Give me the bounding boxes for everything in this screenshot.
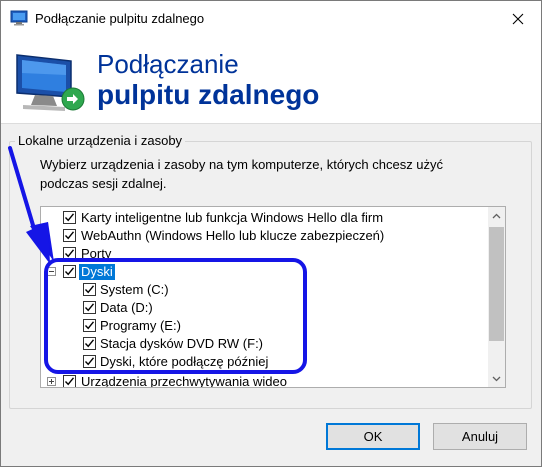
collapse-toggle[interactable] [47, 267, 56, 276]
scroll-thumb[interactable] [489, 227, 504, 341]
ok-button[interactable]: OK [326, 423, 420, 450]
title-bar[interactable]: Podłączanie pulpitu zdalnego [1, 1, 541, 37]
banner-title-line1: Podłączanie [97, 49, 239, 79]
tree-item-label: System (C:) [100, 282, 169, 297]
tree-item-label: Dyski, które podłączę później [100, 354, 269, 369]
remote-desktop-app-icon [10, 10, 28, 26]
close-button[interactable] [495, 1, 541, 37]
banner-title-line2: pulpitu zdalnego [97, 79, 320, 110]
checkmark-icon [64, 231, 75, 240]
checkmark-icon [84, 285, 95, 294]
checkmark-icon [64, 213, 75, 222]
window-title: Podłączanie pulpitu zdalnego [35, 11, 205, 26]
vertical-scrollbar[interactable] [488, 207, 505, 387]
checkmark-icon [84, 339, 95, 348]
checkmark-icon [64, 377, 75, 386]
tree-item-label: Programy (E:) [100, 318, 181, 333]
scroll-down-button[interactable] [488, 370, 505, 387]
tree-item-label: Data (D:) [100, 300, 153, 315]
checkbox-later-drives[interactable] [83, 355, 96, 368]
checkbox-drive-f[interactable] [83, 337, 96, 350]
tree-item-label: Urządzenia przechwytywania wideo [81, 374, 287, 388]
close-icon [512, 13, 524, 25]
checkbox-drive-e[interactable] [83, 319, 96, 332]
device-tree[interactable]: Karty inteligentne lub funkcja Windows H… [40, 206, 506, 388]
remote-desktop-monitor-icon [16, 54, 85, 111]
tree-item-label: WebAuthn (Windows Hello lub klucze zabez… [81, 228, 385, 243]
checkmark-icon [64, 267, 75, 276]
chevron-down-icon [492, 376, 501, 381]
checkbox-smart-cards[interactable] [63, 211, 76, 224]
group-description: Wybierz urządzenia i zasoby na tym kompu… [40, 157, 444, 191]
checkbox-drives[interactable] [63, 265, 76, 278]
tree-item-label: Stacja dysków DVD RW (F:) [100, 336, 264, 351]
checkmark-icon [84, 357, 95, 366]
checkmark-icon [84, 321, 95, 330]
checkmark-icon [84, 303, 95, 312]
tree-item-label: Karty inteligentne lub funkcja Windows H… [81, 210, 384, 225]
checkmark-icon [64, 249, 75, 258]
tree-item-label: Dyski [79, 264, 115, 280]
checkbox-video-capture[interactable] [63, 375, 76, 387]
group-legend: Lokalne urządzenia i zasoby [15, 133, 186, 148]
chevron-up-icon [492, 213, 501, 218]
checkbox-webauthn[interactable] [63, 229, 76, 242]
header-banner: Podłączanie pulpitu zdalnego [1, 37, 541, 124]
tree-item-label: Porty [81, 246, 112, 261]
checkbox-ports[interactable] [63, 247, 76, 260]
expand-toggle[interactable] [47, 377, 56, 386]
cancel-button[interactable]: Anuluj [433, 423, 527, 450]
checkbox-drive-c[interactable] [83, 283, 96, 296]
scroll-up-button[interactable] [488, 207, 505, 224]
checkbox-drive-d[interactable] [83, 301, 96, 314]
